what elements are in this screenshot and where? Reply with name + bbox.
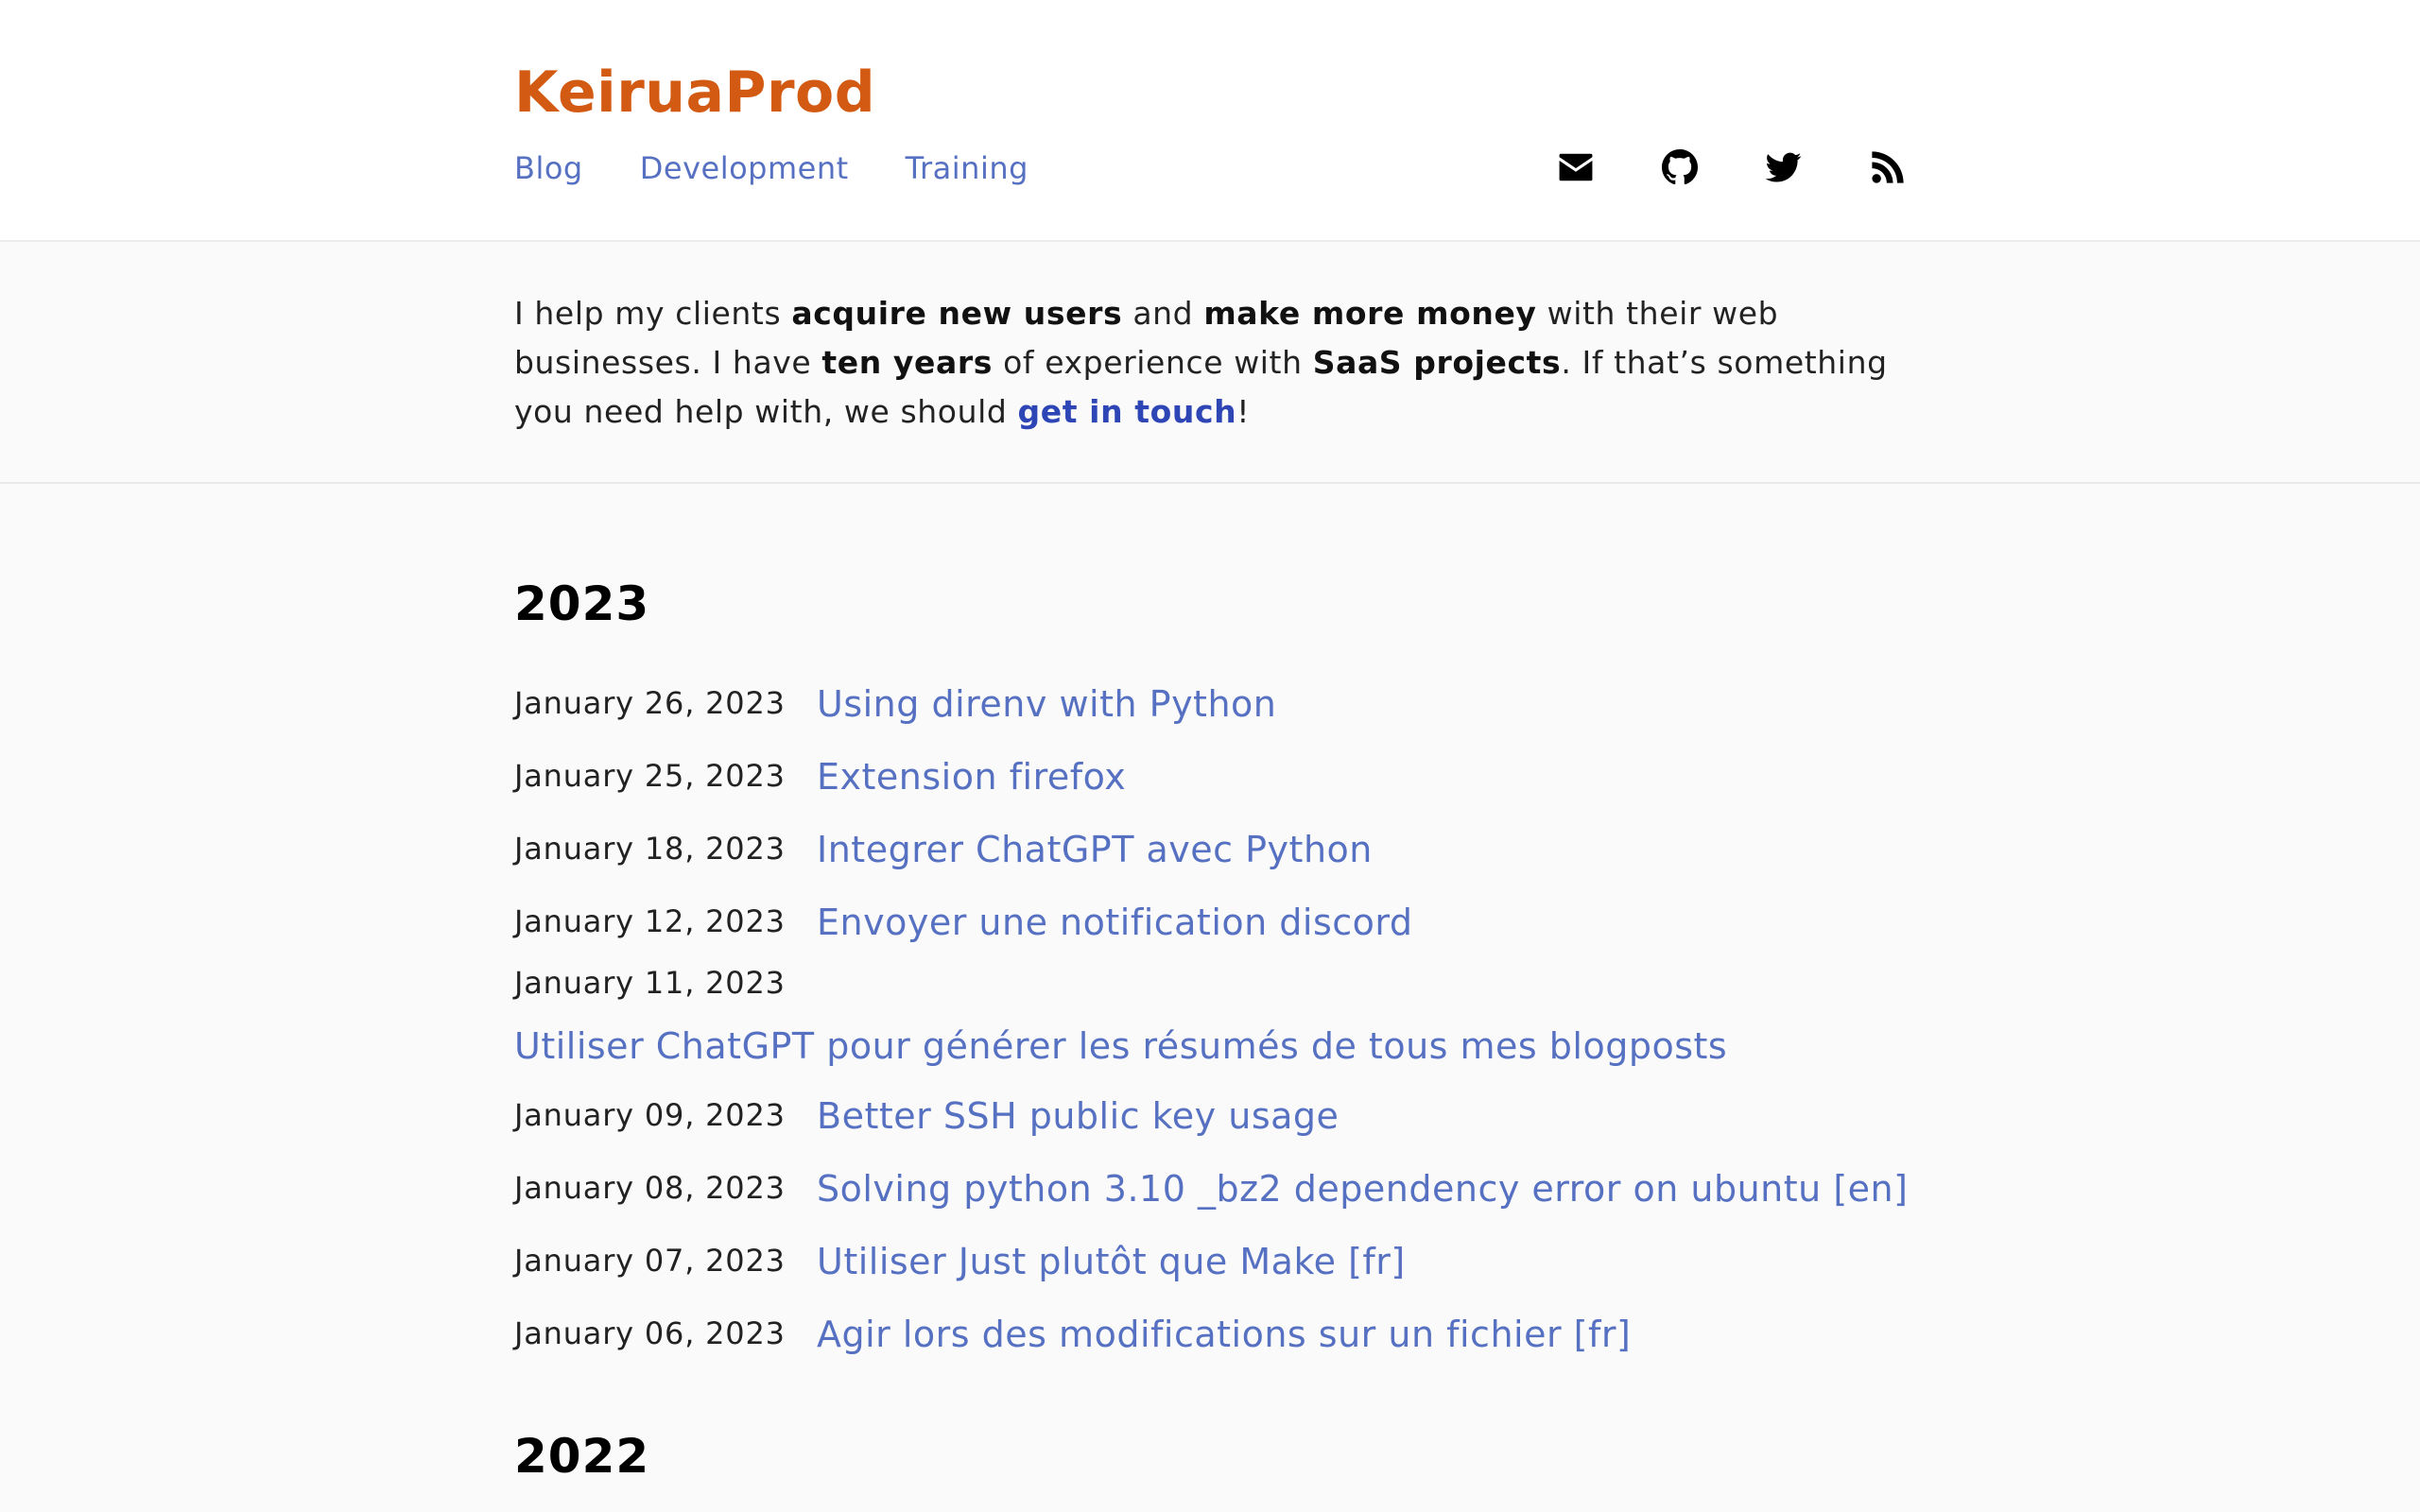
post-date: January 11, 2023	[514, 965, 786, 1001]
post-date: January 18, 2023	[514, 831, 786, 867]
post-title-link[interactable]: Extension firefox	[817, 753, 1126, 800]
intro-text-part: and	[1122, 295, 1204, 332]
intro-section: I help my clients acquire new users and …	[0, 242, 2420, 484]
intro-highlight: ten years	[821, 344, 994, 381]
post-title-link[interactable]: Using direnv with Python	[817, 680, 1276, 728]
post-title-link[interactable]: Integrer ChatGPT avec Python	[817, 826, 1373, 873]
intro-highlight: acquire new users	[791, 295, 1123, 332]
intro-text-part: of experience with	[993, 344, 1313, 381]
year-heading: 2023	[514, 576, 650, 631]
intro-text-part: I help my clients	[514, 295, 792, 332]
post-date: January 12, 2023	[514, 903, 786, 939]
posts-archive: 2023 January 26, 2023 Using direnv with …	[514, 563, 1908, 1484]
post-title-link[interactable]: Utiliser Just plutôt que Make [fr]	[817, 1238, 1406, 1285]
intro-text-part: !	[1236, 393, 1251, 430]
post-date: January 09, 2023	[514, 1097, 786, 1133]
year-heading: 2022	[514, 1429, 650, 1484]
intro-highlight: make more money	[1203, 295, 1537, 332]
post-title-link[interactable]: Solving python 3.10 _bz2 dependency erro…	[817, 1165, 1908, 1212]
post-date: January 25, 2023	[514, 758, 786, 794]
post-title-link[interactable]: Utiliser ChatGPT pour générer les résumé…	[514, 1022, 1727, 1070]
intro-text: I help my clients acquire new users and …	[514, 0, 1906, 437]
post-title-link[interactable]: Envoyer une notification discord	[817, 899, 1413, 946]
post-date: January 26, 2023	[514, 685, 786, 721]
post-title-link[interactable]: Better SSH public key usage	[817, 1092, 1339, 1140]
post-date: January 06, 2023	[514, 1315, 786, 1351]
get-in-touch-link[interactable]: get in touch	[1018, 393, 1237, 430]
intro-highlight: SaaS projects	[1312, 344, 1562, 381]
post-date: January 08, 2023	[514, 1170, 786, 1206]
post-date: January 07, 2023	[514, 1243, 786, 1279]
post-title-link[interactable]: Agir lors des modifications sur un fichi…	[817, 1311, 1631, 1358]
